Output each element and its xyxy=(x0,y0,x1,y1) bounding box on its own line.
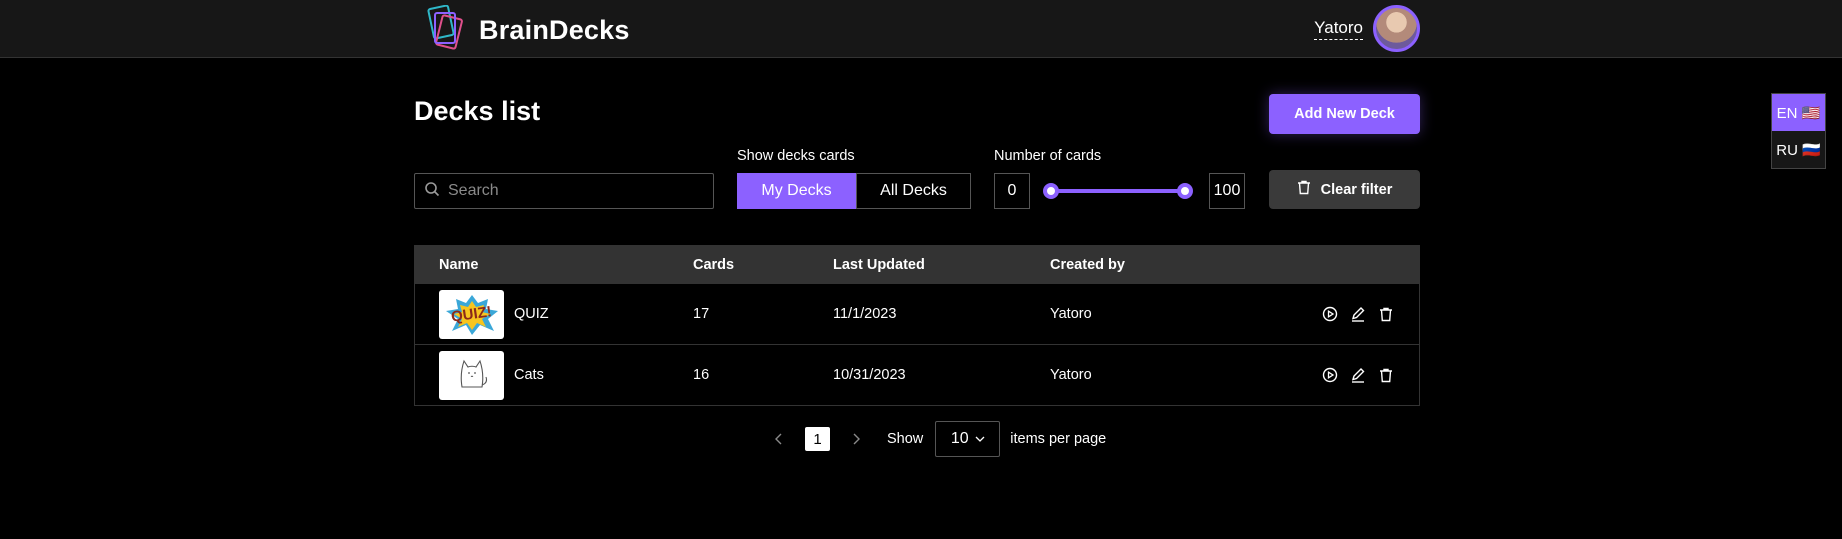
deck-name[interactable]: Cats xyxy=(514,345,544,405)
slider-max-handle[interactable] xyxy=(1177,183,1193,199)
deck-last-updated: 11/1/2023 xyxy=(833,306,897,322)
min-cards-field[interactable]: 0 xyxy=(994,173,1030,209)
deck-cover-image xyxy=(439,351,504,400)
lang-en-button[interactable]: EN 🇺🇸 xyxy=(1772,94,1825,131)
user-name[interactable]: Yatoro xyxy=(1314,18,1363,40)
max-cards-field[interactable]: 100 xyxy=(1209,173,1245,209)
deck-cards-count: 17 xyxy=(693,306,710,322)
table-row: Cats 16 10/31/2023 Yatoro xyxy=(415,344,1419,405)
deck-toggle: My Decks All Decks xyxy=(737,173,971,209)
slider-track xyxy=(1050,189,1186,193)
user-menu[interactable]: Yatoro xyxy=(1314,5,1420,52)
slider-min-handle[interactable] xyxy=(1043,183,1059,199)
deck-author: Yatoro xyxy=(1050,367,1092,383)
chevron-left-icon[interactable] xyxy=(767,427,791,451)
cat-drawing-icon xyxy=(450,353,494,398)
edit-icon[interactable] xyxy=(1349,305,1367,323)
chevron-down-icon xyxy=(975,430,985,448)
pagination: 1 Show 10 items per page xyxy=(767,421,1106,457)
items-per-page-label: items per page xyxy=(1010,431,1107,447)
cards-logo-icon xyxy=(425,4,467,56)
per-page-value: 10 xyxy=(950,430,969,447)
deck-last-updated: 10/31/2023 xyxy=(833,367,906,383)
deck-author: Yatoro xyxy=(1050,306,1092,322)
deck-cover-image: QUIZ! xyxy=(439,290,504,339)
table-row: QUIZ! QUIZ 17 11/1/2023 Yatoro xyxy=(415,283,1419,344)
search-icon xyxy=(424,181,440,202)
trash-icon[interactable] xyxy=(1377,366,1395,384)
logo[interactable]: BrainDecks xyxy=(425,4,630,56)
all-decks-tab[interactable]: All Decks xyxy=(856,173,971,209)
play-icon[interactable] xyxy=(1321,366,1339,384)
show-decks-label: Show decks cards xyxy=(737,148,855,164)
play-icon[interactable] xyxy=(1321,305,1339,323)
clear-filter-button[interactable]: Clear filter xyxy=(1269,170,1420,209)
page-title: Decks list xyxy=(414,96,541,126)
cards-range-label: Number of cards xyxy=(994,148,1102,164)
column-created-by[interactable]: Created by xyxy=(1050,246,1125,283)
chevron-right-icon[interactable] xyxy=(844,427,868,451)
table-header: Name Cards Last Updated Created by xyxy=(415,246,1419,283)
my-decks-tab[interactable]: My Decks xyxy=(737,173,856,209)
show-label: Show xyxy=(887,431,924,447)
language-switcher: EN 🇺🇸 RU 🇷🇺 xyxy=(1771,93,1826,169)
cards-range-slider[interactable] xyxy=(1043,182,1193,200)
decks-table: Name Cards Last Updated Created by QUIZ!… xyxy=(414,245,1420,406)
trash-icon xyxy=(1297,180,1311,199)
trash-icon[interactable] xyxy=(1377,305,1395,323)
clear-filter-label: Clear filter xyxy=(1320,181,1393,198)
column-last-updated[interactable]: Last Updated xyxy=(833,246,925,283)
avatar[interactable] xyxy=(1373,5,1420,52)
search-placeholder: Search xyxy=(448,182,499,199)
edit-icon[interactable] xyxy=(1349,366,1367,384)
add-new-deck-button[interactable]: Add New Deck xyxy=(1269,94,1420,134)
search-input[interactable]: Search xyxy=(414,173,714,209)
page-1-button[interactable]: 1 xyxy=(805,427,830,451)
column-cards[interactable]: Cards xyxy=(693,246,734,283)
deck-name[interactable]: QUIZ xyxy=(514,284,549,344)
deck-cards-count: 16 xyxy=(693,367,710,383)
per-page-select[interactable]: 10 xyxy=(935,421,1001,457)
row-actions xyxy=(1321,284,1395,344)
app-title: BrainDecks xyxy=(479,15,630,45)
row-actions xyxy=(1321,345,1395,405)
top-bar: BrainDecks Yatoro xyxy=(0,0,1842,58)
column-name[interactable]: Name xyxy=(439,246,479,283)
lang-ru-button[interactable]: RU 🇷🇺 xyxy=(1772,131,1825,168)
